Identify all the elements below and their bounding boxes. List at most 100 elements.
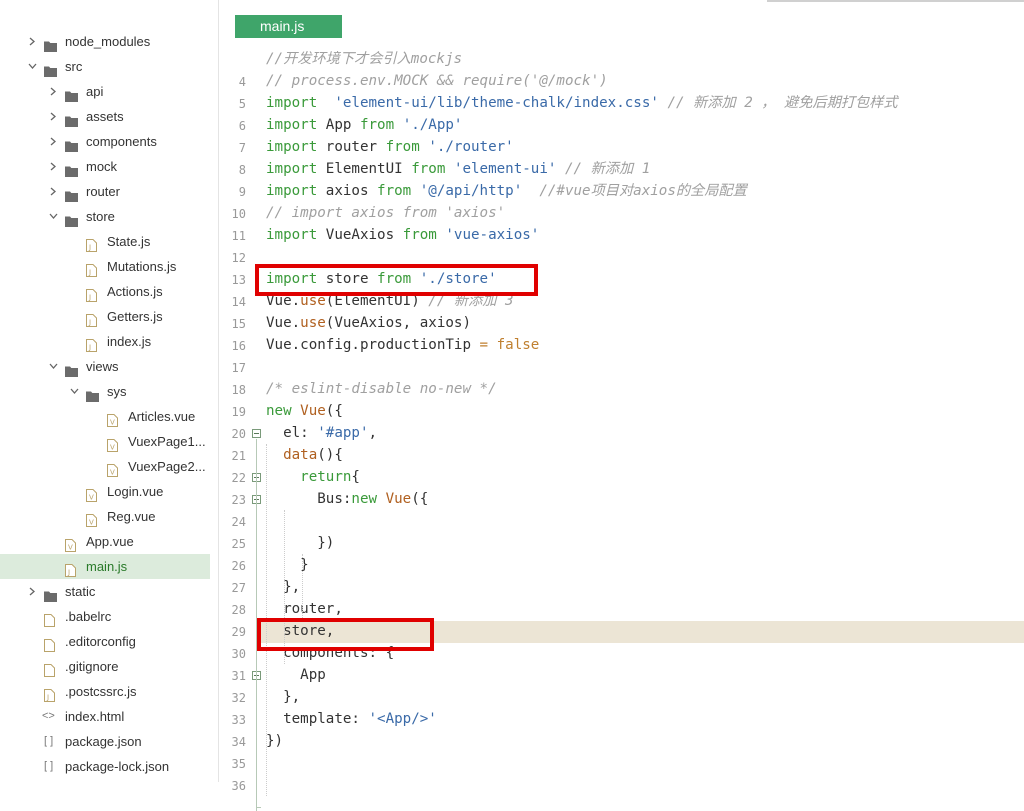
- chevron-down-icon[interactable]: [49, 354, 59, 379]
- code-token: from: [411, 161, 446, 177]
- code-token: 'vue-axios': [445, 227, 540, 243]
- chevron-down-icon[interactable]: [49, 204, 59, 229]
- code-token: // 新添加 1: [556, 161, 651, 177]
- tree-item-label: VuexPage2...: [128, 459, 206, 474]
- tree-item-state-js[interactable]: J State.js: [0, 229, 210, 254]
- svg-text:J: J: [88, 344, 91, 352]
- tree-item-label: package.json: [65, 734, 142, 749]
- js-file-icon: J: [86, 285, 99, 302]
- tree-item-label: components: [86, 134, 157, 149]
- tree-item-label: Reg.vue: [107, 509, 156, 524]
- chevron-right-icon[interactable]: [49, 154, 59, 179]
- tree-item-router[interactable]: router: [0, 179, 210, 204]
- tree-item-label: router: [86, 184, 120, 199]
- tree-item-components[interactable]: components: [0, 129, 210, 154]
- tree-item-assets[interactable]: assets: [0, 104, 210, 129]
- tree-item-node-modules[interactable]: node_modules: [0, 29, 210, 54]
- tree-item-label: node_modules: [65, 34, 151, 49]
- folder-icon: [65, 110, 78, 127]
- line-number: 10: [231, 207, 246, 221]
- code-token: import: [266, 271, 318, 287]
- fold-toggle-icon[interactable]: [252, 429, 261, 438]
- tree-item-editorconfig[interactable]: .editorconfig: [0, 629, 210, 654]
- tree-item-label: store: [86, 209, 115, 224]
- line-number: 25: [231, 537, 246, 551]
- tab-bar: main.js: [219, 0, 1024, 38]
- tree-item-mock[interactable]: mock: [0, 154, 210, 179]
- line-number: 28: [231, 603, 246, 617]
- tree-item-babelrc[interactable]: .babelrc: [0, 604, 210, 629]
- tree-item-getters-js[interactable]: J Getters.js: [0, 304, 210, 329]
- tree-item-login-vue[interactable]: V Login.vue: [0, 479, 210, 504]
- tree-item-postcssrc-js[interactable]: J .postcssrc.js: [0, 679, 210, 704]
- tree-item-label: State.js: [107, 234, 151, 249]
- code-token: //开发环境下才会引入mockjs: [266, 51, 463, 67]
- tree-item-app-vue[interactable]: V App.vue: [0, 529, 210, 554]
- line-number: 11: [231, 229, 246, 243]
- current-line-highlight: [259, 621, 1024, 643]
- vue-file-icon: V: [107, 460, 120, 477]
- chevron-right-icon[interactable]: [28, 579, 38, 604]
- tab-main-js[interactable]: main.js: [235, 15, 342, 38]
- folder-icon: [65, 160, 78, 177]
- tree-item-index-js[interactable]: Jindex.js: [0, 329, 210, 354]
- tree-item-reg-vue[interactable]: V Reg.vue: [0, 504, 210, 529]
- chevron-down-icon[interactable]: [70, 379, 80, 404]
- tree-item-src[interactable]: src: [0, 54, 210, 79]
- code-line: Vue.config.productionTip = false: [266, 334, 539, 356]
- svg-text:V: V: [68, 544, 73, 552]
- tree-item-sys[interactable]: sys: [0, 379, 210, 404]
- tree-item-store[interactable]: store: [0, 204, 210, 229]
- tree-item-mutations-js[interactable]: J Mutations.js: [0, 254, 210, 279]
- indent-guide: [266, 444, 268, 796]
- json-file-icon: [ ]: [44, 760, 54, 772]
- tree-item-actions-js[interactable]: J Actions.js: [0, 279, 210, 304]
- tree-item-package-json[interactable]: [ ] package.json: [0, 729, 210, 754]
- chevron-down-icon[interactable]: [28, 54, 38, 79]
- code-token: Vue: [385, 491, 412, 507]
- file-icon: [44, 635, 57, 652]
- code-line: import VueAxios from 'vue-axios': [266, 224, 539, 246]
- tree-item-label: views: [86, 359, 119, 374]
- line-number: 31: [231, 669, 246, 683]
- tree-item-articles-vue[interactable]: V Articles.vue: [0, 404, 210, 429]
- tree-item-main-js[interactable]: Jmain.js: [0, 554, 210, 579]
- tab-bar-divider: [767, 0, 1024, 2]
- tree-item-index-html[interactable]: <> index.html: [0, 704, 210, 729]
- code-line: Vue.use(VueAxios, axios): [266, 312, 471, 334]
- folder-open-icon: [86, 385, 99, 402]
- folder-icon: [44, 35, 57, 52]
- code-token: use: [300, 293, 326, 309]
- line-number: 26: [231, 559, 246, 573]
- chevron-right-icon[interactable]: [49, 79, 59, 104]
- tree-item-label: src: [65, 59, 83, 74]
- chevron-right-icon[interactable]: [49, 104, 59, 129]
- tree-item-gitignore[interactable]: .gitignore: [0, 654, 210, 679]
- tree-item-static[interactable]: static: [0, 579, 210, 604]
- tree-item-api[interactable]: api: [0, 79, 210, 104]
- line-number: 19: [231, 405, 246, 419]
- line-number: 24: [231, 515, 246, 529]
- folder-open-icon: [44, 60, 57, 77]
- code-token: import: [266, 117, 318, 133]
- chevron-right-icon[interactable]: [28, 29, 38, 54]
- code-token: (VueAxios, axios): [325, 315, 472, 331]
- code-token: ({: [411, 491, 429, 507]
- code-token: router,: [266, 601, 343, 617]
- vue-file-icon: V: [86, 510, 99, 527]
- tree-item-package-lock-json[interactable]: [ ] package-lock.json: [0, 754, 210, 779]
- tree-item-vuexpage1[interactable]: V VuexPage1...: [0, 429, 210, 454]
- code-token: store,: [266, 623, 335, 639]
- chevron-right-icon[interactable]: [49, 179, 59, 204]
- code-token: return: [300, 469, 352, 485]
- tree-item-label: sys: [107, 384, 127, 399]
- code-token: }): [266, 535, 335, 551]
- code-token: },: [266, 689, 301, 705]
- tree-item-vuexpage2[interactable]: V VuexPage2...: [0, 454, 210, 479]
- chevron-right-icon[interactable]: [49, 129, 59, 154]
- tree-item-views[interactable]: views: [0, 354, 210, 379]
- code-line: // import axios from 'axios': [266, 202, 505, 224]
